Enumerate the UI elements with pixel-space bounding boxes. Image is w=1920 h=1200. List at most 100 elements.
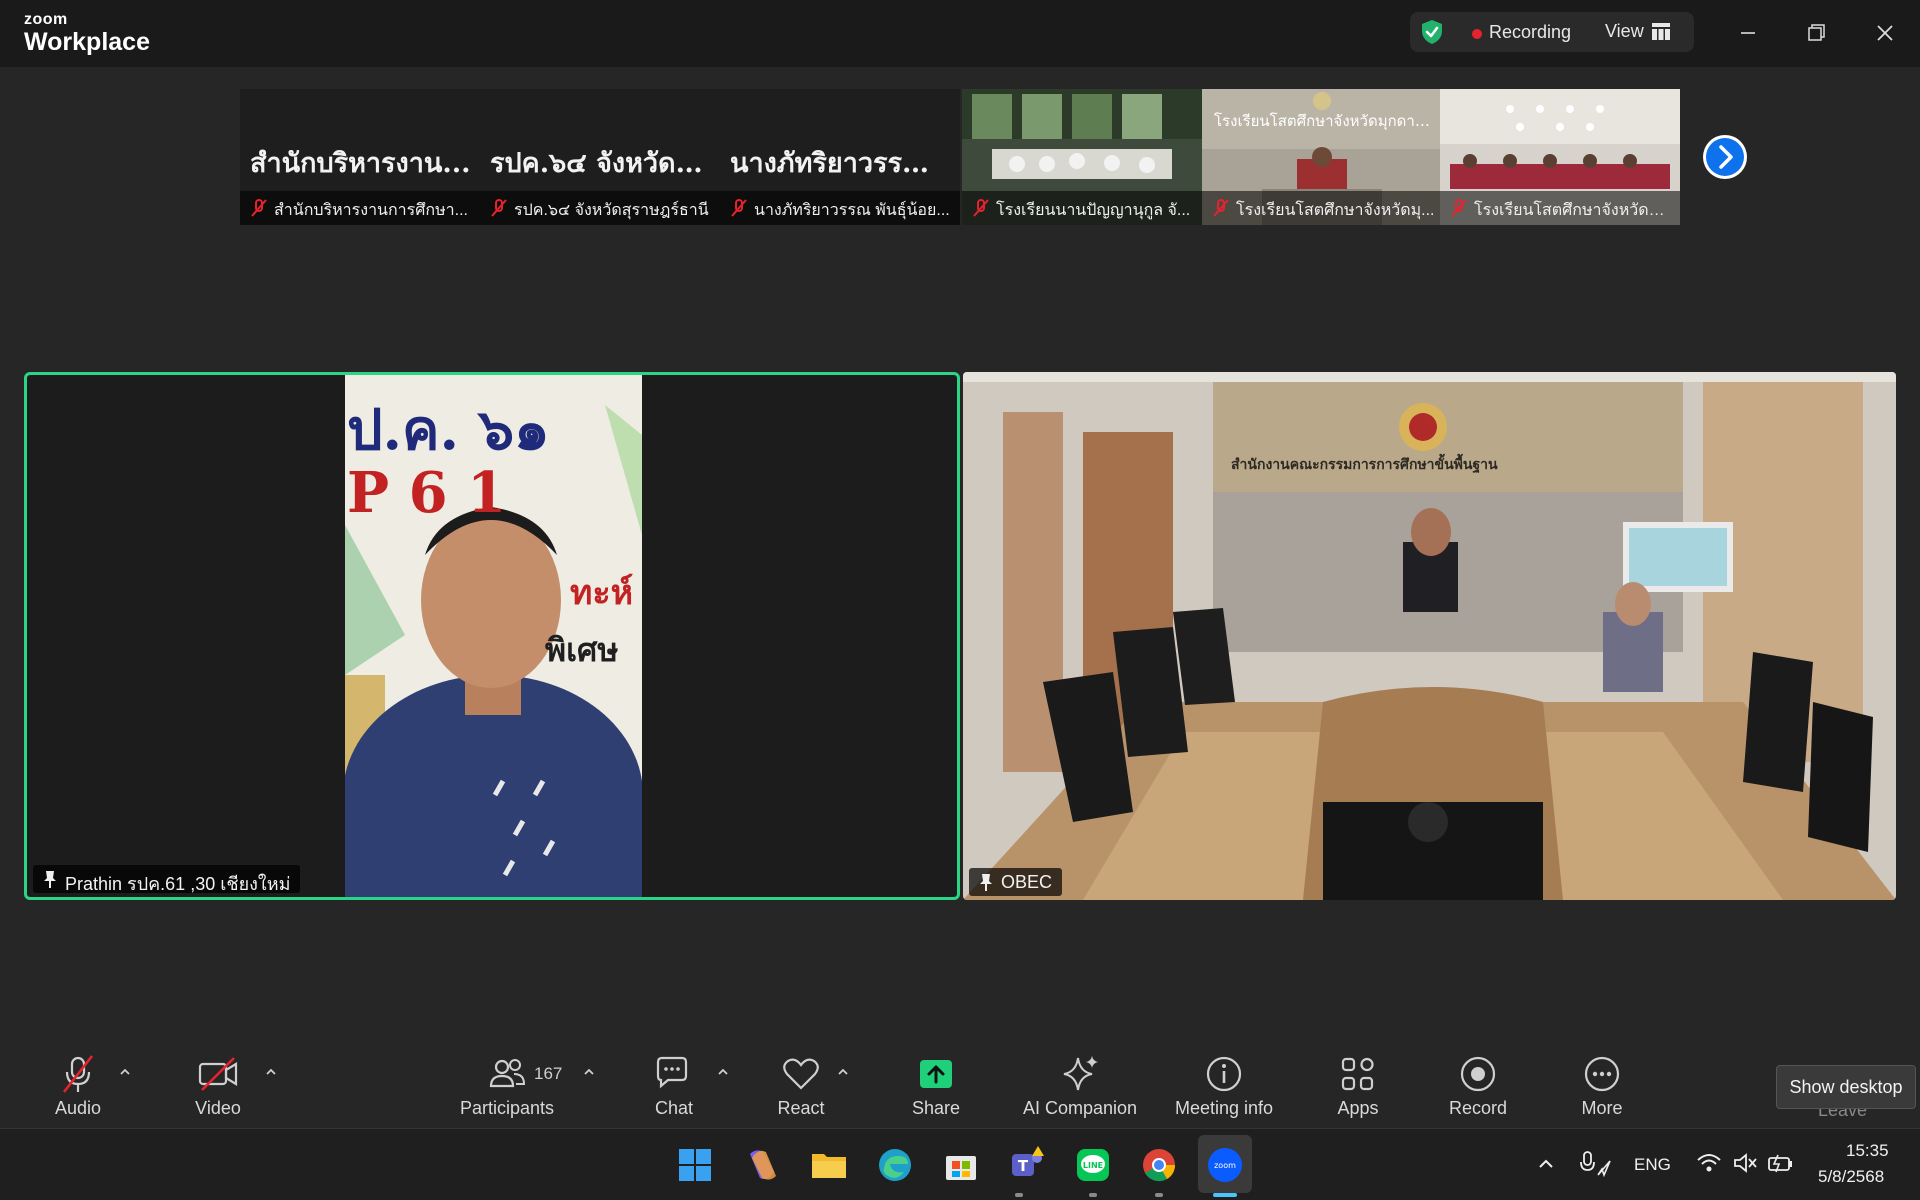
chat-icon: [656, 1056, 688, 1089]
chrome-running-indicator: [1155, 1193, 1163, 1197]
more-button[interactable]: More: [1562, 1038, 1642, 1119]
clock-date[interactable]: 5/8/2568: [1818, 1167, 1884, 1187]
more-label: More: [1581, 1098, 1623, 1118]
meeting-toolbar: Audio Video Participants 167 Chat React …: [0, 1038, 1920, 1126]
speaker-name-tag: Prathin รปค.61 ,30 เชียงใหม่: [33, 865, 301, 894]
mic-location-tray-icon[interactable]: [1578, 1149, 1612, 1179]
audio-button[interactable]: Audio: [36, 1038, 120, 1119]
microsoft-store-icon[interactable]: [938, 1142, 984, 1188]
windows-start-icon[interactable]: [672, 1142, 718, 1188]
meeting-info-label: Meeting info: [1174, 1098, 1274, 1118]
teams-icon[interactable]: T: [1004, 1142, 1050, 1188]
zoom-app-icon[interactable]: zoom: [1202, 1142, 1248, 1188]
show-hidden-icons-chevron-icon[interactable]: [1536, 1156, 1556, 1172]
close-icon[interactable]: [1868, 16, 1902, 50]
participant-filmstrip: สำนักบริหารงาน... สำนักบริหารงานการศึกษา…: [240, 89, 1680, 225]
chrome-icon[interactable]: [1136, 1142, 1182, 1188]
participant-tile[interactable]: สำนักบริหารงาน... สำนักบริหารงานการศึกษา…: [240, 89, 480, 225]
svg-text:zoom: zoom: [1214, 1161, 1236, 1170]
participant-name-large: สำนักบริหารงาน...: [250, 148, 471, 179]
meeting-info-button[interactable]: Meeting info: [1164, 1038, 1284, 1119]
apps-button[interactable]: Apps: [1318, 1038, 1398, 1119]
participants-count: 167: [534, 1064, 563, 1083]
react-label: React: [777, 1098, 825, 1118]
brand-workplace: Workplace: [24, 28, 150, 56]
speaker-video-frame: ป.ค. ๖๑ P 6 1 ทะห์ 61 พิเศษ: [345, 375, 642, 897]
participant-caption: โรงเรียนนานปัญญานุกูล จั...: [962, 191, 1202, 225]
participant-video-tile[interactable]: โรงเรียนโสตศึกษาจังหวัดสง...: [1440, 89, 1680, 225]
volume-muted-icon[interactable]: [1732, 1151, 1758, 1175]
video-options-chevron-icon[interactable]: [264, 1066, 278, 1078]
participants-options-chevron-icon[interactable]: [582, 1066, 596, 1078]
input-language[interactable]: ENG: [1634, 1155, 1671, 1175]
participant-caption: รปค.๖๔ จังหวัดสุราษฎร์ธานี: [480, 191, 720, 225]
ai-companion-button[interactable]: AI Companion: [1016, 1038, 1144, 1119]
show-desktop-tooltip: Show desktop: [1776, 1065, 1916, 1109]
file-explorer-icon[interactable]: [806, 1142, 852, 1188]
backdrop-text-3: ทะห์ 61: [570, 573, 642, 613]
heart-icon: [783, 1058, 819, 1090]
school-banner-text: โรงเรียนโสตศึกษาจังหวัดมุกดาหาร: [1214, 112, 1436, 130]
info-icon: [1206, 1056, 1242, 1092]
participant-video-tile[interactable]: โรงเรียนโสตศึกษาจังหวัดมุกดาหาร โรงเรียน…: [1202, 89, 1442, 225]
chat-label: Chat: [654, 1098, 694, 1118]
record-button[interactable]: Record: [1438, 1038, 1518, 1119]
muted-mic-icon: [251, 199, 267, 217]
svg-text:T: T: [1018, 1157, 1029, 1175]
zoom-active-indicator: [1213, 1193, 1237, 1197]
svg-text:LINE: LINE: [1083, 1161, 1103, 1170]
participant-video-tile[interactable]: โรงเรียนนานปัญญานุกูล จั...: [962, 89, 1202, 225]
apps-label: Apps: [1337, 1098, 1379, 1118]
speaker-name: Prathin รปค.61 ,30 เชียงใหม่: [65, 874, 291, 894]
ai-companion-label: AI Companion: [1022, 1098, 1138, 1118]
muted-mic-icon: [973, 199, 989, 217]
restore-icon[interactable]: [1799, 16, 1833, 50]
video-label: Video: [195, 1098, 241, 1118]
line-app-icon[interactable]: LINE: [1070, 1142, 1116, 1188]
chat-options-chevron-icon[interactable]: [716, 1066, 730, 1078]
participant-caption: โรงเรียนโสตศึกษาจังหวัดสง...: [1440, 191, 1680, 225]
grid-view-icon[interactable]: [1652, 23, 1670, 40]
muted-mic-icon: [731, 199, 747, 217]
audio-options-chevron-icon[interactable]: [118, 1066, 132, 1078]
pin-icon: [44, 871, 56, 888]
windows-taskbar: T LINE zoom ENG 15:35 5/8/2568: [0, 1128, 1920, 1200]
react-button[interactable]: React: [762, 1038, 840, 1119]
chat-button[interactable]: Chat: [634, 1038, 714, 1119]
next-page-button[interactable]: [1702, 134, 1748, 180]
recording-dot-icon: [1472, 29, 1482, 39]
participant-name: OBEC: [1001, 872, 1053, 892]
battery-charging-icon[interactable]: [1766, 1151, 1794, 1175]
edge-browser-icon[interactable]: [872, 1142, 918, 1188]
participant-name-tag: OBEC: [969, 868, 1063, 896]
wifi-icon[interactable]: [1696, 1151, 1722, 1175]
muted-mic-icon: [1213, 199, 1229, 217]
copilot-icon[interactable]: [740, 1142, 786, 1188]
participant-tile[interactable]: นางภัทริยาวรรณ... นางภัทริยาวรรณ พันธุ์น…: [720, 89, 960, 225]
view-button[interactable]: View: [1605, 21, 1644, 42]
minimize-icon[interactable]: [1731, 16, 1765, 50]
participant-video-obec[interactable]: สำนักงานคณะกรรมการการศึกษาขั้นพื้นฐาน OB…: [963, 372, 1896, 900]
zoom-logo: zoom Workplace: [24, 12, 150, 55]
conference-room-image: [963, 372, 1896, 900]
share-button[interactable]: Share: [896, 1038, 976, 1119]
camera-off-icon: [198, 1057, 238, 1091]
video-button[interactable]: Video: [176, 1038, 260, 1119]
participant-name-large: รปค.๖๔ จังหวัดสุ...: [490, 148, 712, 179]
clock-time[interactable]: 15:35: [1846, 1141, 1889, 1161]
shield-icon[interactable]: [1418, 18, 1446, 46]
participants-icon: [489, 1059, 526, 1088]
pin-icon: [980, 874, 992, 891]
participants-label: Participants: [460, 1098, 555, 1118]
active-speaker-video[interactable]: ป.ค. ๖๑ P 6 1 ทะห์ 61 พิเศษ Prathin รปค.…: [24, 372, 960, 900]
title-bar: zoom Workplace Recording View: [0, 0, 1920, 67]
audio-label: Audio: [54, 1098, 102, 1118]
recording-label[interactable]: Recording: [1489, 22, 1571, 43]
record-icon: [1460, 1056, 1496, 1092]
react-options-chevron-icon[interactable]: [836, 1066, 850, 1078]
brand-zoom: zoom: [24, 11, 68, 28]
participant-tile[interactable]: รปค.๖๔ จังหวัดสุ... รปค.๖๔ จังหวัดสุราษฎ…: [480, 89, 720, 225]
participant-caption: โรงเรียนโสตศึกษาจังหวัดมุ...: [1202, 191, 1442, 225]
more-icon: [1584, 1056, 1620, 1092]
muted-mic-icon: [1451, 199, 1467, 217]
